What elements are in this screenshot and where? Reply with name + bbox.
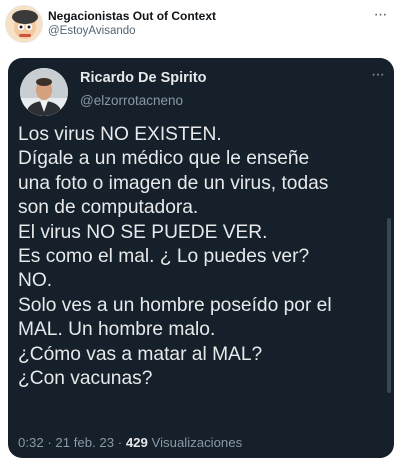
outer-author-handle[interactable]: @EstoyAvisando xyxy=(48,25,136,37)
views-label: Visualizaciones xyxy=(151,435,243,450)
scrollbar[interactable] xyxy=(387,218,391,393)
tweet-line: El virus NO SE PUEDE VER. xyxy=(18,221,268,243)
tweet-line: Los virus NO EXISTEN. xyxy=(18,124,222,145)
tweet-date[interactable]: 21 feb. 23 xyxy=(55,435,114,450)
tweet-line: una foto o imagen de un virus, todas xyxy=(18,172,329,194)
avatar[interactable] xyxy=(5,5,43,43)
more-horizontal-icon[interactable]: ··· xyxy=(371,67,385,83)
quoted-avatar[interactable] xyxy=(20,68,68,116)
tweet-line: MAL. Un hombre malo. xyxy=(18,319,216,341)
more-horizontal-icon[interactable]: ··· xyxy=(370,7,390,26)
tweet-line: NO. xyxy=(18,270,53,292)
person-photo-icon xyxy=(20,68,68,116)
tweet-line: Es como el mal. ¿ Lo puedes ver? xyxy=(18,246,310,268)
views-count: 429 xyxy=(125,435,148,450)
tweet-line: Solo ves a un hombre poseído por el xyxy=(18,294,332,316)
tweet-line: ¿Cómo vas a matar al MAL? xyxy=(18,343,263,365)
tweet-line: Dígale a un médico que le enseñe xyxy=(18,148,310,170)
outer-author-name[interactable]: Negacionistas Out of Context xyxy=(48,9,216,23)
tweet-text: Los virus NO EXISTEN. Dígale a un médico… xyxy=(18,123,388,391)
quoted-tweet-card[interactable]: Ricardo De Spirito @elzorrotacneno ··· L… xyxy=(8,58,394,458)
tweet-line: son de computadora. xyxy=(18,197,199,219)
quoted-author-name[interactable]: Ricardo De Spirito xyxy=(80,70,207,86)
tweet-time[interactable]: 0:32 xyxy=(18,435,44,450)
meta-separator: · xyxy=(47,435,52,450)
meta-separator: · xyxy=(117,435,123,450)
quoted-author-handle[interactable]: @elzorrotacneno xyxy=(80,93,183,108)
cartoon-avatar-icon xyxy=(6,6,42,42)
outer-tweet-header: Negacionistas Out of Context @EstoyAvisa… xyxy=(0,0,400,50)
tweet-line: ¿Con vacunas? xyxy=(18,368,153,390)
tweet-metadata: 0:32 · 21 feb. 23 · 429 Visualizaciones xyxy=(18,435,242,450)
